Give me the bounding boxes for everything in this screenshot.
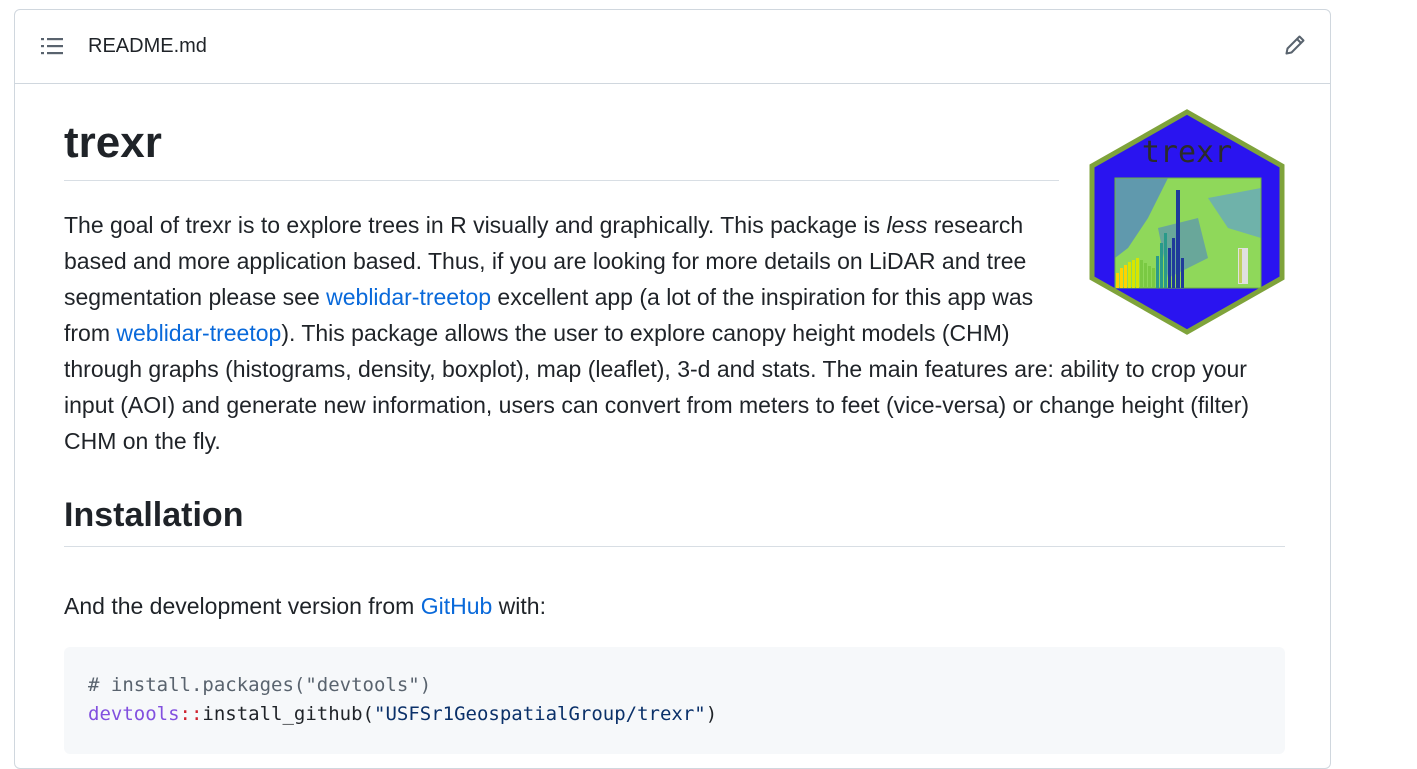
installation-heading: Installation	[64, 495, 1285, 547]
install-paragraph: And the development version from GitHub …	[64, 590, 546, 622]
intro-paragraph: The goal of trexr is to explore trees in…	[64, 207, 1289, 459]
readme-filename[interactable]: README.md	[88, 35, 207, 58]
intro-text-1: The goal of trexr is to explore trees in…	[64, 212, 887, 238]
list-unordered-icon[interactable]	[41, 36, 63, 56]
code-function: install_github(	[202, 703, 374, 725]
logo-text: trexr	[1142, 135, 1232, 170]
logo-spacer	[1049, 207, 1289, 347]
code-comment: # install.packages("devtools")	[88, 674, 432, 696]
pencil-icon[interactable]	[1284, 34, 1306, 56]
github-link[interactable]: GitHub	[421, 593, 493, 619]
intro-emphasis: less	[886, 212, 928, 238]
install-text-after: with:	[492, 593, 546, 619]
code-namespace: devtools	[88, 703, 180, 725]
code-operator: ::	[179, 703, 203, 725]
code-close-paren: )	[705, 703, 718, 725]
readme-panel: README.md trexr trexr The goal of trexr …	[14, 9, 1331, 769]
readme-header: README.md	[15, 10, 1330, 84]
weblidar-treetop-link-2[interactable]: weblidar-treetop	[116, 320, 281, 346]
install-code-block[interactable]: # install.packages("devtools") devtools:…	[64, 647, 1285, 754]
install-text-before: And the development version from	[64, 593, 421, 619]
code-string: "USFSr1GeospatialGroup/trexr"	[374, 703, 706, 725]
readme-title: trexr	[64, 117, 1059, 181]
weblidar-treetop-link-1[interactable]: weblidar-treetop	[326, 284, 491, 310]
